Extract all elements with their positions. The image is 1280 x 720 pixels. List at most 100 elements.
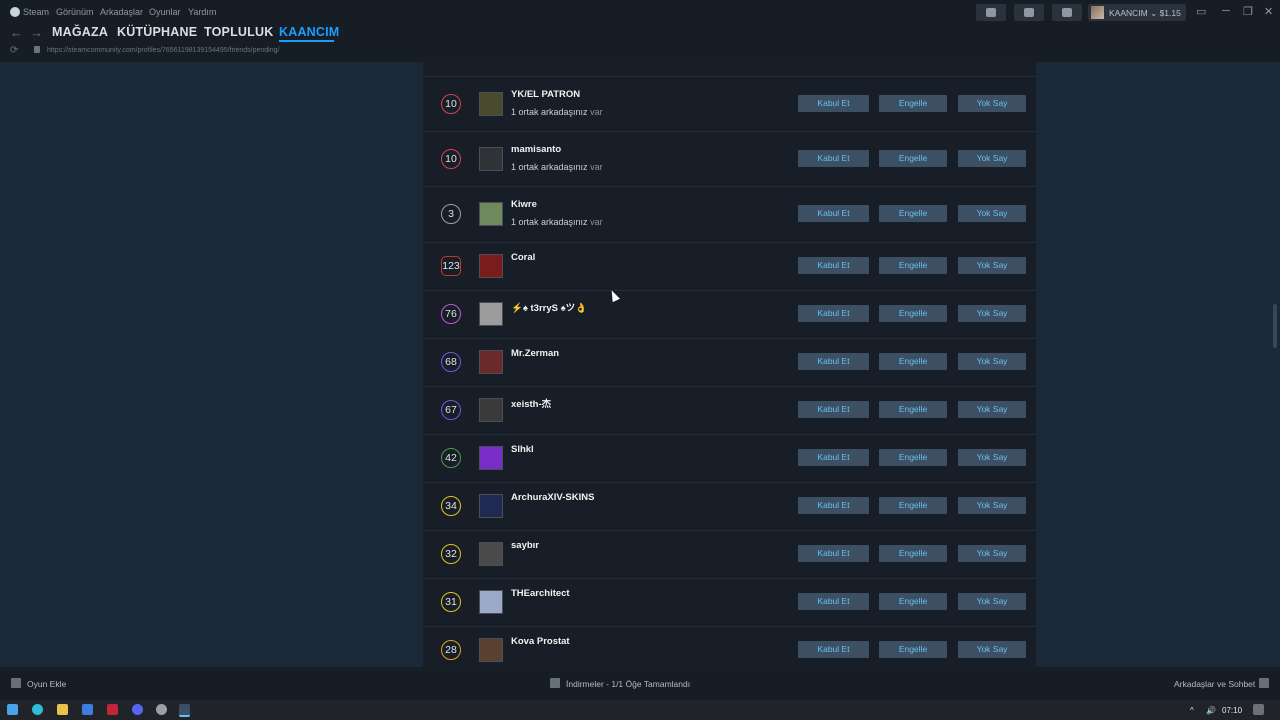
friend-name[interactable]: YK/EL PATRON xyxy=(511,89,580,100)
ignore-button[interactable]: Yok Say xyxy=(958,449,1026,466)
avatar[interactable] xyxy=(479,350,503,374)
close-icon[interactable]: ✕ xyxy=(1264,5,1273,18)
tab-profile[interactable]: KAANCIM xyxy=(279,25,339,39)
ignore-button[interactable]: Yok Say xyxy=(958,257,1026,274)
announcements-button[interactable] xyxy=(1014,4,1044,21)
back-arrow-icon[interactable]: ← xyxy=(10,25,23,40)
forward-arrow-icon[interactable]: → xyxy=(30,25,43,40)
menu-view[interactable]: Görünüm xyxy=(56,7,94,17)
accept-button[interactable]: Kabul Et xyxy=(798,353,869,370)
big-picture-button[interactable] xyxy=(976,4,1006,21)
avatar[interactable] xyxy=(479,446,503,470)
accept-button[interactable]: Kabul Et xyxy=(798,641,869,658)
menu-friends[interactable]: Arkadaşlar xyxy=(100,7,143,17)
accept-button[interactable]: Kabul Et xyxy=(798,205,869,222)
avatar[interactable] xyxy=(479,638,503,662)
app-icon[interactable] xyxy=(107,704,118,715)
speaker-icon[interactable]: 🔊 xyxy=(1206,706,1216,715)
minimize-icon[interactable]: ─ xyxy=(1222,5,1230,17)
refresh-icon[interactable]: ⟳ xyxy=(10,45,18,56)
ignore-button[interactable]: Yok Say xyxy=(958,305,1026,322)
url-bar[interactable]: https://steamcommunity.com/profiles/7656… xyxy=(47,47,279,54)
tray-chevron-icon[interactable]: ^ xyxy=(1190,706,1194,715)
friend-name[interactable]: mamisanto xyxy=(511,144,561,155)
ignore-button[interactable]: Yok Say xyxy=(958,497,1026,514)
avatar[interactable] xyxy=(479,302,503,326)
download-icon[interactable] xyxy=(550,678,560,688)
block-button[interactable]: Engelle xyxy=(879,449,947,466)
clock-app-icon[interactable] xyxy=(156,704,167,715)
chat-icon[interactable] xyxy=(1259,678,1269,688)
block-button[interactable]: Engelle xyxy=(879,149,947,167)
friend-name[interactable]: saybır xyxy=(511,540,539,551)
accept-button[interactable]: Kabul Et xyxy=(798,257,869,274)
file-explorer-icon[interactable] xyxy=(57,704,68,715)
ignore-button[interactable]: Yok Say xyxy=(958,149,1026,167)
ignore-button[interactable]: Yok Say xyxy=(958,353,1026,370)
avatar[interactable] xyxy=(479,590,503,614)
block-button[interactable]: Engelle xyxy=(879,593,947,610)
avatar[interactable] xyxy=(479,202,503,226)
accept-button[interactable]: Kabul Et xyxy=(798,545,869,562)
friend-name[interactable]: ArchuraXIV-SKINS xyxy=(511,492,594,503)
discord-icon[interactable] xyxy=(132,704,143,715)
ignore-button[interactable]: Yok Say xyxy=(958,641,1026,658)
block-button[interactable]: Engelle xyxy=(879,257,947,274)
friend-name[interactable]: Coral xyxy=(511,252,535,263)
menu-help[interactable]: Yardım xyxy=(188,7,216,17)
block-button[interactable]: Engelle xyxy=(879,641,947,658)
ignore-button[interactable]: Yok Say xyxy=(958,401,1026,418)
friend-name[interactable]: Mr.Zerman xyxy=(511,348,559,359)
mail-icon[interactable] xyxy=(82,704,93,715)
block-button[interactable]: Engelle xyxy=(879,305,947,322)
accept-button[interactable]: Kabul Et xyxy=(798,94,869,112)
restore-icon[interactable]: ❐ xyxy=(1243,5,1253,18)
avatar[interactable] xyxy=(479,542,503,566)
accept-button[interactable]: Kabul Et xyxy=(798,401,869,418)
monitor-icon[interactable]: ▭ xyxy=(1196,5,1206,18)
tab-library[interactable]: KÜTÜPHANE xyxy=(117,25,197,39)
friend-name[interactable]: Slhkl xyxy=(511,444,534,455)
friend-name[interactable]: xeisth-杰 xyxy=(511,396,551,410)
downloads-status[interactable]: İndirmeler - 1/1 Öğe Tamamlandı xyxy=(566,679,690,689)
tab-store[interactable]: MAĞAZA xyxy=(52,25,108,39)
steam-taskbar-icon[interactable] xyxy=(179,704,190,717)
friend-name[interactable]: ⚡♠ t3rryS ♠ツ👌 xyxy=(511,300,587,314)
friend-name[interactable]: Kova Prostat xyxy=(511,636,570,647)
edge-browser-icon[interactable] xyxy=(32,704,43,715)
notification-center-icon[interactable] xyxy=(1253,704,1264,715)
notifications-button[interactable] xyxy=(1052,4,1082,21)
ignore-button[interactable]: Yok Say xyxy=(958,205,1026,222)
ignore-button[interactable]: Yok Say xyxy=(958,593,1026,610)
ignore-button[interactable]: Yok Say xyxy=(958,94,1026,112)
steam-logo-icon[interactable] xyxy=(10,7,20,17)
friend-name[interactable]: THEarchitect xyxy=(511,588,570,599)
accept-button[interactable]: Kabul Et xyxy=(798,149,869,167)
friends-chat-button[interactable]: Arkadaşlar ve Sohbet xyxy=(1174,679,1255,689)
avatar[interactable] xyxy=(479,254,503,278)
account-menu[interactable]: KAANCIM ⌄ $1.15 xyxy=(1088,4,1186,21)
block-button[interactable]: Engelle xyxy=(879,94,947,112)
avatar[interactable] xyxy=(479,494,503,518)
plus-icon[interactable] xyxy=(11,678,21,688)
accept-button[interactable]: Kabul Et xyxy=(798,305,869,322)
avatar[interactable] xyxy=(479,146,503,171)
menu-games[interactable]: Oyunlar xyxy=(149,7,181,17)
block-button[interactable]: Engelle xyxy=(879,353,947,370)
avatar[interactable] xyxy=(479,91,503,116)
accept-button[interactable]: Kabul Et xyxy=(798,497,869,514)
friend-name[interactable]: Kiwre xyxy=(511,199,537,210)
tab-community[interactable]: TOPLULUK xyxy=(204,25,273,39)
accept-button[interactable]: Kabul Et xyxy=(798,449,869,466)
block-button[interactable]: Engelle xyxy=(879,497,947,514)
block-button[interactable]: Engelle xyxy=(879,205,947,222)
scrollbar[interactable] xyxy=(1273,304,1277,348)
windows-start-icon[interactable] xyxy=(7,704,18,715)
block-button[interactable]: Engelle xyxy=(879,401,947,418)
block-button[interactable]: Engelle xyxy=(879,545,947,562)
avatar[interactable] xyxy=(479,398,503,422)
add-game-button[interactable]: Oyun Ekle xyxy=(27,679,66,689)
accept-button[interactable]: Kabul Et xyxy=(798,593,869,610)
ignore-button[interactable]: Yok Say xyxy=(958,545,1026,562)
menu-steam[interactable]: Steam xyxy=(23,7,49,17)
